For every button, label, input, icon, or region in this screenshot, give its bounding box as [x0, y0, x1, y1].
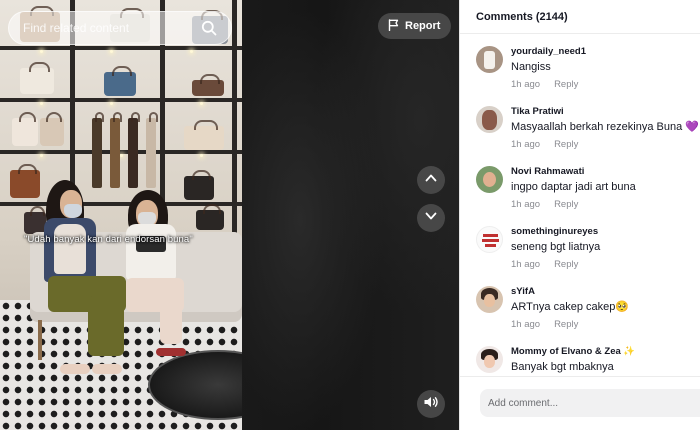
search-icon[interactable]	[201, 20, 217, 36]
avatar[interactable]	[476, 346, 503, 373]
comment-text: ingpo daptar jadi art buna	[511, 181, 636, 193]
reply-button[interactable]: Reply	[554, 79, 578, 90]
app-root: "Udah banyak kan dari endorsan buna" Rep…	[0, 0, 700, 430]
video-frame[interactable]: "Udah banyak kan dari endorsan buna"	[0, 0, 242, 430]
search-bar[interactable]	[8, 11, 232, 45]
comment-text: seneng bgt liatnya	[511, 241, 601, 253]
comments-header: Comments (2144)	[460, 0, 700, 34]
report-label: Report	[405, 20, 441, 32]
comment-time: 1h ago	[511, 79, 541, 90]
flag-icon	[388, 18, 399, 34]
comment-time: 1h ago	[511, 199, 541, 210]
comment-username[interactable]: Tika Pratiwi	[511, 106, 699, 118]
comment-item: Mommy of Elvano & Zea ✨ Banyak bgt mbakn…	[476, 346, 700, 375]
video-area[interactable]: "Udah banyak kan dari endorsan buna" Rep…	[0, 0, 459, 430]
comment-time: 1h ago	[511, 259, 541, 270]
mute-button[interactable]	[417, 390, 445, 418]
previous-video-button[interactable]	[417, 166, 445, 194]
avatar[interactable]	[476, 46, 503, 73]
volume-icon	[423, 395, 439, 414]
avatar[interactable]	[476, 106, 503, 133]
comment-username[interactable]: sYifA	[511, 286, 629, 298]
comment-text: Masyaallah berkah rezekinya Buna 💜	[511, 121, 699, 133]
video-caption: "Udah banyak kan dari endorsan buna"	[24, 234, 193, 245]
add-comment-input[interactable]	[480, 389, 700, 417]
report-button[interactable]: Report	[378, 13, 452, 39]
reply-button[interactable]: Reply	[554, 319, 578, 330]
comment-time: 1h ago	[511, 319, 541, 330]
comments-list[interactable]: yourdaily_need1 Nangiss 1h ago Reply Tik…	[460, 34, 700, 376]
avatar[interactable]	[476, 166, 503, 193]
comment-username[interactable]: Mommy of Elvano & Zea ✨	[511, 346, 635, 358]
comment-item: Tika Pratiwi Masyaallah berkah rezekinya…	[476, 106, 700, 150]
reply-button[interactable]: Reply	[554, 199, 578, 210]
comment-username[interactable]: somethinginureyes	[511, 226, 600, 238]
comment-username[interactable]: Novi Rahmawati	[511, 166, 636, 178]
comment-item: sYifA ARTnya cakep cakep🥺 1h ago Reply	[476, 286, 700, 330]
comments-panel: Comments (2144) yourdaily_need1 Nangiss …	[459, 0, 700, 430]
avatar[interactable]	[476, 226, 503, 253]
search-input[interactable]	[23, 21, 201, 35]
reply-button[interactable]: Reply	[554, 259, 578, 270]
comment-text: Nangiss	[511, 61, 551, 73]
comment-text: Banyak bgt mbaknya	[511, 361, 614, 373]
comment-username[interactable]: yourdaily_need1	[511, 46, 586, 58]
comment-item: somethinginureyes seneng bgt liatnya 1h …	[476, 226, 700, 270]
comment-item: yourdaily_need1 Nangiss 1h ago Reply	[476, 46, 700, 90]
avatar[interactable]	[476, 286, 503, 313]
add-comment-bar	[460, 376, 700, 430]
chevron-down-icon	[424, 209, 438, 228]
reply-button[interactable]: Reply	[554, 139, 578, 150]
comment-text: ARTnya cakep cakep🥺	[511, 301, 630, 313]
comment-item: Novi Rahmawati ingpo daptar jadi art bun…	[476, 166, 700, 210]
next-video-button[interactable]	[417, 204, 445, 232]
comment-time: 1h ago	[511, 139, 541, 150]
chevron-up-icon	[424, 171, 438, 190]
